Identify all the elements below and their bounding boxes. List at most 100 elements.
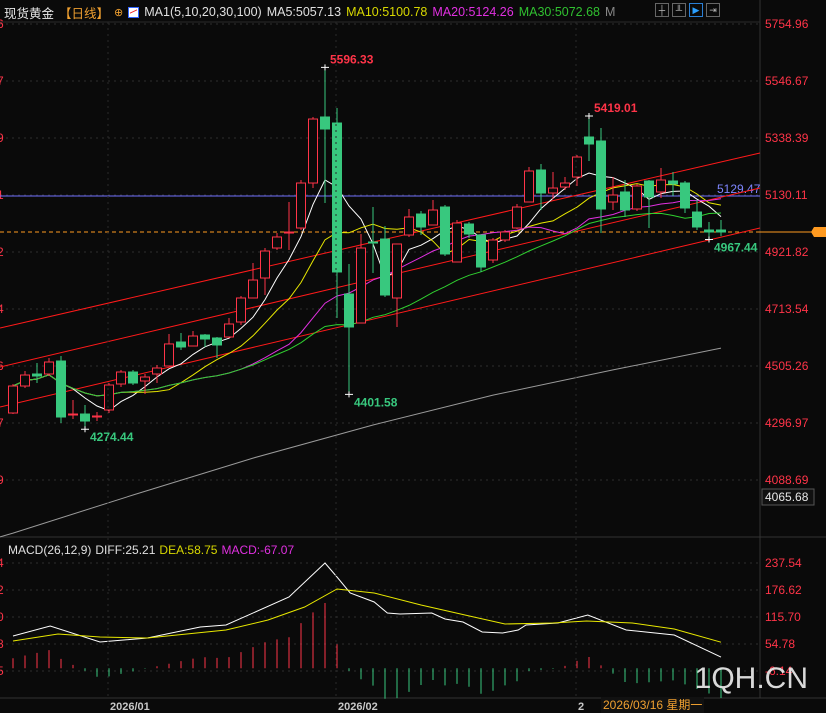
candle-body — [104, 384, 114, 411]
symbol-title[interactable]: 现货黄金 — [4, 3, 54, 22]
candle-body — [188, 335, 198, 347]
candle-body — [428, 209, 438, 226]
candle-body — [152, 367, 162, 375]
ma20-value: MA20:5124.26 — [432, 5, 514, 19]
min-price-label: 4065.68 — [765, 490, 809, 504]
crosshair-date-label: 2026/03/16 星期一 — [601, 697, 705, 713]
candle — [440, 205, 450, 257]
candle-body — [368, 241, 378, 244]
candle-body — [548, 187, 558, 194]
candle-body — [80, 413, 90, 422]
ma-indicator-label[interactable]: MA1(5,10,20,30,100) — [144, 5, 261, 19]
high-label: 5596.33 — [330, 52, 374, 66]
candle-body — [128, 371, 138, 384]
candle — [488, 237, 498, 264]
exit-icon[interactable]: ⇥ — [706, 3, 720, 17]
ma10-value: MA10:5100.78 — [346, 5, 428, 19]
candle-body — [608, 194, 618, 203]
candle — [512, 204, 522, 230]
candle — [500, 230, 510, 242]
candle-body — [692, 211, 702, 228]
candle-body — [632, 185, 642, 210]
diff-value: DIFF:25.21 — [95, 543, 156, 557]
high-label: 5419.01 — [594, 101, 638, 115]
price-axis-label: 4296.97 — [765, 416, 809, 430]
candle-body — [416, 213, 426, 228]
candle-body — [380, 238, 390, 296]
price-axis-label: 5546.67 — [765, 74, 809, 88]
candle-body — [356, 247, 366, 324]
candle-body — [404, 216, 414, 236]
left-axis-fragment: 2 — [0, 583, 4, 597]
candle-body — [536, 169, 546, 194]
period-label[interactable]: 【日线】 — [59, 3, 109, 22]
candle-body — [656, 179, 666, 193]
candle-body — [320, 116, 330, 130]
candle-body — [452, 222, 462, 263]
candle-body — [92, 415, 102, 418]
low-label: 4274.44 — [90, 430, 134, 444]
candle — [308, 116, 318, 189]
candle-body — [704, 229, 714, 233]
left-axis-fragment: 0 — [0, 610, 4, 624]
candle-body — [680, 182, 690, 209]
price-axis-label: 4921.82 — [765, 245, 809, 259]
candle — [632, 183, 642, 212]
watermark: 1QH.CN — [694, 662, 808, 695]
interval-icon[interactable]: ╨ — [672, 3, 686, 17]
candle — [452, 219, 462, 263]
candle-body — [584, 136, 594, 145]
candle-body — [272, 236, 282, 249]
play-icon[interactable]: ▶ — [689, 3, 703, 17]
candle-body — [236, 297, 246, 323]
candle-body — [164, 343, 174, 367]
macd-axis-label: 176.62 — [765, 583, 802, 597]
ma30-value: MA30:5072.68 — [518, 5, 600, 19]
candle — [8, 383, 18, 415]
candle — [476, 234, 486, 272]
candle-body — [488, 239, 498, 261]
candle-body — [260, 250, 270, 279]
candle-body — [248, 279, 258, 299]
candle-body — [116, 371, 126, 385]
ma100-value-truncated: M — [605, 5, 616, 19]
candle-body — [284, 231, 294, 234]
candle — [104, 383, 114, 414]
chart-canvas[interactable]: 5754.9665546.6775338.3995130.1114921.822… — [0, 0, 826, 713]
candle-body — [596, 140, 606, 210]
candle-body — [56, 360, 66, 418]
crosshair-icon[interactable]: ┼ — [655, 3, 669, 17]
candle — [56, 356, 66, 423]
dea-value: DEA:58.75 — [159, 543, 218, 557]
candle-body — [644, 180, 654, 198]
candle-body — [392, 243, 402, 299]
candle-body — [464, 223, 474, 235]
macd-axis-label: 115.70 — [765, 610, 801, 624]
left-axis-fragment: 5 — [0, 664, 4, 678]
left-axis-fragment: 2 — [0, 245, 4, 259]
candle-body — [572, 156, 582, 178]
chart-toolbar: ┼ ╨ ▶ ⇥ — [655, 3, 720, 17]
candle-body — [296, 182, 306, 229]
price-axis-label: 5754.96 — [765, 17, 809, 31]
candle-body — [344, 293, 354, 328]
candle-body — [668, 180, 678, 185]
candle-body — [8, 385, 18, 414]
date-axis-label: 2026/01 — [110, 701, 150, 713]
ma5-value: MA5:5057.13 — [266, 5, 342, 19]
candle-body — [32, 373, 42, 377]
macd-label[interactable]: MACD(26,12,9) — [8, 543, 91, 557]
indicator-chart-icon[interactable] — [128, 6, 140, 18]
macd-header: MACD(26,12,9) DIFF:25.21 DEA:58.75 MACD:… — [8, 543, 294, 557]
left-axis-fragment: 7 — [0, 416, 4, 430]
chart-header: 现货黄金 【日线】 ⊕ MA1(5,10,20,30,100) MA5:5057… — [4, 3, 616, 22]
candle — [680, 181, 690, 214]
left-axis-fragment: 8 — [0, 637, 4, 651]
left-axis-fragment: 1 — [0, 188, 4, 202]
candle-body — [308, 118, 318, 184]
candle — [296, 179, 306, 231]
price-axis-label: 4505.26 — [765, 359, 809, 373]
left-axis-fragment: 9 — [0, 473, 4, 487]
add-icon[interactable]: ⊕ — [114, 6, 123, 19]
left-axis-fragment: 9 — [0, 131, 4, 145]
